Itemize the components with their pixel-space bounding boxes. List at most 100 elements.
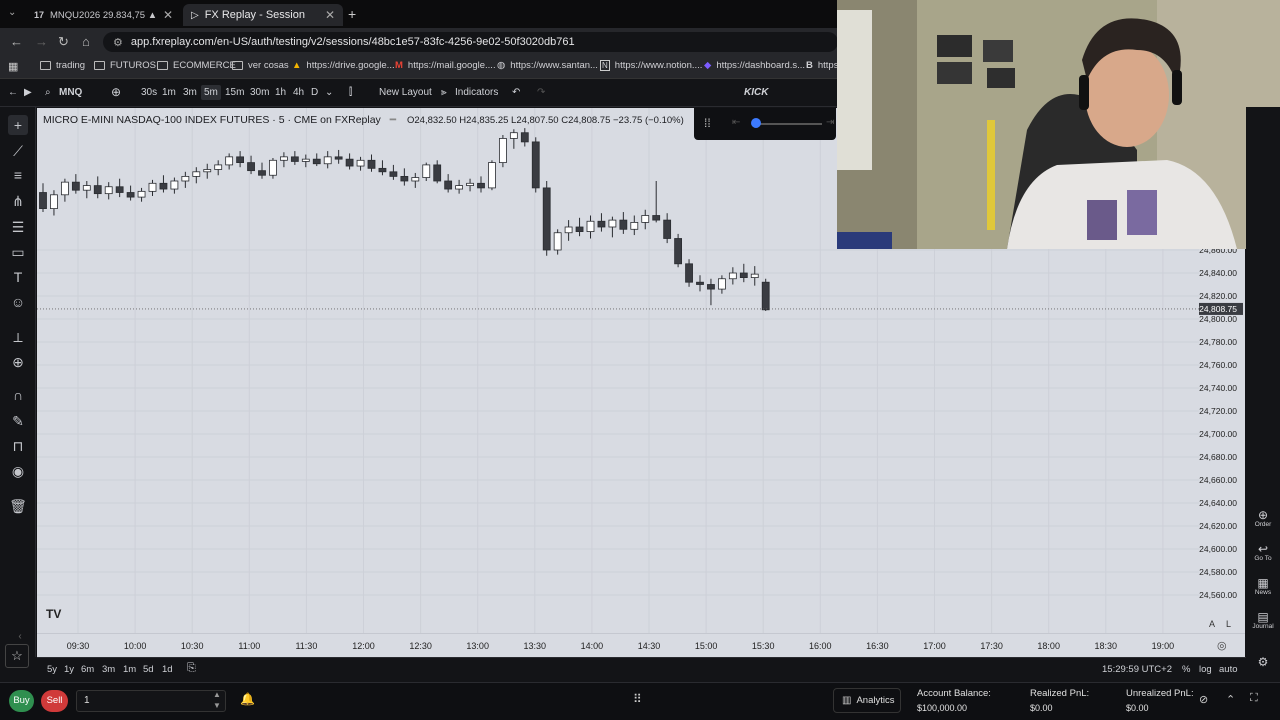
- interval-1h[interactable]: 1h: [275, 87, 286, 98]
- range-6m[interactable]: 6m: [81, 664, 94, 675]
- bookmark-folder-ver-cosas[interactable]: ver cosas: [232, 60, 289, 71]
- magnet-icon[interactable]: ∩: [8, 385, 28, 405]
- candle[interactable]: [258, 170, 266, 176]
- candle[interactable]: [739, 272, 748, 278]
- replay-slider-thumb[interactable]: [751, 118, 761, 128]
- lock-icon[interactable]: ⊓: [8, 436, 28, 456]
- fib-retracement-icon[interactable]: ☰: [8, 217, 28, 237]
- interval-4h[interactable]: 4h: [293, 87, 304, 98]
- candle[interactable]: [225, 156, 234, 166]
- step-back-icon[interactable]: ⇤: [732, 117, 740, 128]
- tab-fxreplay[interactable]: ▷ FX Replay - Session ✕: [183, 4, 343, 26]
- bookmark-dashboard[interactable]: ◆ https://dashboard.s...: [704, 60, 805, 71]
- reload-icon[interactable]: ↻: [58, 34, 69, 50]
- bookmark-drive[interactable]: ▲ https://drive.google...: [292, 60, 395, 71]
- quantity-value[interactable]: 1: [84, 695, 90, 706]
- range-1d[interactable]: 1d: [162, 664, 173, 675]
- text-tool-icon[interactable]: T: [8, 267, 28, 287]
- candle[interactable]: [477, 182, 485, 189]
- candle[interactable]: [279, 156, 288, 161]
- interval-15m[interactable]: 15m: [225, 87, 244, 98]
- alert-bell-icon[interactable]: 🔔: [240, 692, 255, 706]
- expand-chevron-up-icon[interactable]: ⌃: [1226, 693, 1235, 706]
- interval-5m[interactable]: 5m: [201, 85, 221, 100]
- back-icon[interactable]: ←: [8, 87, 18, 98]
- candle[interactable]: [608, 219, 617, 228]
- visibility-eye-icon[interactable]: ◉: [8, 461, 28, 481]
- candle[interactable]: [564, 226, 573, 234]
- candle[interactable]: [663, 219, 672, 239]
- candle[interactable]: [60, 181, 69, 196]
- candle[interactable]: [247, 162, 255, 172]
- candle[interactable]: [422, 164, 431, 178]
- home-icon[interactable]: ⌂: [82, 34, 90, 49]
- clock-readout[interactable]: 15:29:59 UTC+2: [1102, 664, 1172, 675]
- candle[interactable]: [115, 186, 124, 193]
- indicators-button[interactable]: Indicators: [455, 87, 498, 98]
- news-button[interactable]: ▦ News: [1246, 577, 1280, 596]
- interval-3m[interactable]: 3m: [183, 87, 197, 98]
- candle[interactable]: [630, 222, 639, 230]
- tradingview-logo-icon[interactable]: TV: [46, 607, 68, 625]
- candle[interactable]: [203, 169, 212, 173]
- candle[interactable]: [728, 272, 737, 280]
- sell-button[interactable]: Sell: [41, 690, 68, 712]
- time-axis[interactable]: 09:30 10:00 10:30 11:00 11:30 12:00 12:30 13:00…: [37, 619, 1245, 657]
- candle[interactable]: [389, 171, 398, 177]
- range-1m[interactable]: 1m: [123, 664, 136, 675]
- candle[interactable]: [520, 132, 529, 143]
- candle[interactable]: [674, 238, 682, 265]
- chart-settings-gear-icon[interactable]: ⚙: [1246, 655, 1280, 669]
- candle[interactable]: [619, 219, 628, 230]
- candle[interactable]: [718, 278, 726, 290]
- candle[interactable]: [290, 156, 299, 162]
- candle[interactable]: [50, 194, 58, 210]
- fullscreen-icon[interactable]: ⛶: [1250, 692, 1258, 705]
- trash-icon[interactable]: 🗑: [8, 496, 28, 516]
- candle[interactable]: [685, 263, 693, 283]
- url-field[interactable]: ⚙ app.fxreplay.com/en-US/auth/testing/v2…: [103, 32, 838, 52]
- undo-icon[interactable]: ↶: [512, 87, 520, 98]
- auto-toggle[interactable]: auto: [1219, 664, 1238, 675]
- increment-icon[interactable]: ▲: [213, 690, 221, 699]
- candle[interactable]: [444, 180, 453, 190]
- candle[interactable]: [104, 186, 113, 195]
- candle[interactable]: [575, 226, 584, 232]
- candle[interactable]: [498, 138, 507, 164]
- candle[interactable]: [455, 185, 464, 190]
- symbol-search-icon[interactable]: ⌕: [45, 87, 51, 98]
- site-info-icon[interactable]: ⚙: [113, 36, 123, 49]
- candle[interactable]: [159, 182, 168, 190]
- chart-type-candles-icon[interactable]: ⫿: [349, 87, 352, 98]
- candle[interactable]: [192, 171, 201, 177]
- candle[interactable]: [312, 158, 321, 165]
- candle[interactable]: [93, 185, 102, 195]
- close-tab-icon[interactable]: ✕: [163, 8, 173, 22]
- candle[interactable]: [542, 187, 551, 251]
- candle[interactable]: [761, 281, 770, 311]
- log-toggle[interactable]: log: [1199, 664, 1212, 675]
- emoji-icon[interactable]: ☺: [8, 292, 28, 312]
- horizontal-lines-icon[interactable]: ≡: [8, 165, 28, 185]
- log-scale-l-button[interactable]: L: [1226, 619, 1231, 629]
- candle[interactable]: [707, 284, 715, 290]
- redo-icon[interactable]: ↷: [537, 87, 545, 98]
- auto-scale-a-button[interactable]: A: [1209, 619, 1215, 629]
- candle[interactable]: [696, 281, 704, 285]
- candle[interactable]: [236, 156, 245, 163]
- quantity-stepper[interactable]: 1 ▲ ▼: [76, 690, 226, 712]
- pitchfork-icon[interactable]: ⋔: [8, 191, 28, 211]
- step-forward-icon[interactable]: ⇥: [826, 117, 834, 128]
- candle[interactable]: [137, 190, 146, 198]
- zoom-in-icon[interactable]: ⊕: [8, 352, 28, 372]
- range-5d[interactable]: 5d: [143, 664, 154, 675]
- candle[interactable]: [378, 167, 387, 173]
- bookmark-santander[interactable]: ◍ https://www.santan...: [497, 60, 598, 71]
- candle[interactable]: [509, 132, 518, 139]
- candle[interactable]: [334, 156, 343, 160]
- forward-arrow-icon[interactable]: →: [35, 34, 48, 49]
- rectangle-icon[interactable]: ▭: [8, 242, 28, 262]
- compare-plus-icon[interactable]: ⊕: [111, 85, 121, 99]
- buy-button[interactable]: Buy: [9, 690, 34, 712]
- panel-handle-icon[interactable]: ⠿: [633, 692, 642, 706]
